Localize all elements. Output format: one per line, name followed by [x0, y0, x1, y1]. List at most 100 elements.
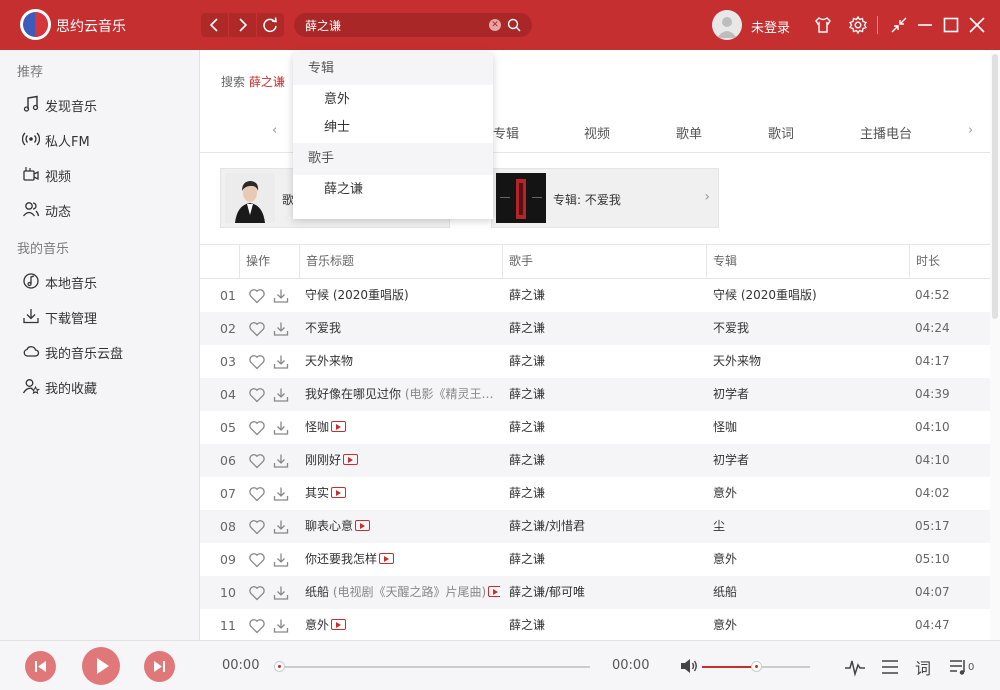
- settings-icon[interactable]: [848, 15, 868, 35]
- song-artist[interactable]: 薛之谦: [509, 543, 699, 576]
- progress-bar[interactable]: [274, 661, 590, 672]
- scrollbar-thumb[interactable]: [992, 54, 998, 319]
- table-row[interactable]: 11 意外 薛之谦 意外 04:47: [200, 609, 990, 640]
- mv-icon[interactable]: [331, 421, 347, 432]
- search-input[interactable]: [305, 18, 485, 33]
- song-album[interactable]: 意外: [713, 609, 903, 640]
- lyrics-button[interactable]: 词: [915, 655, 937, 678]
- table-row[interactable]: 01 守候 (2020重唱版) 薛之谦 守候 (2020重唱版) 04:52: [200, 279, 990, 312]
- sound-effect-icon[interactable]: [844, 656, 866, 678]
- mv-icon[interactable]: [355, 520, 371, 531]
- heart-icon[interactable]: [248, 287, 266, 305]
- back-button[interactable]: [201, 13, 228, 37]
- suggest-album-item[interactable]: 绅士: [293, 114, 493, 142]
- avatar[interactable]: [712, 10, 742, 40]
- song-album[interactable]: 意外: [713, 477, 903, 510]
- song-artist[interactable]: 薛之谦: [509, 279, 699, 312]
- table-row[interactable]: 10 纸船 (电视剧《天醒之路》片尾曲) 薛之谦/郁可唯 纸船 04:07: [200, 576, 990, 609]
- download-icon[interactable]: [272, 386, 290, 404]
- download-icon[interactable]: [272, 617, 290, 635]
- sidebar-item-collection[interactable]: 我的收藏: [22, 373, 192, 399]
- mv-icon[interactable]: [488, 586, 500, 597]
- sidebar-item-friends[interactable]: 动态: [22, 196, 192, 222]
- heart-icon[interactable]: [248, 386, 266, 404]
- search-box[interactable]: ✕: [294, 13, 532, 37]
- volume-icon[interactable]: [679, 656, 699, 676]
- maximize-icon[interactable]: [941, 15, 961, 35]
- minimize-icon[interactable]: [915, 15, 935, 35]
- song-album[interactable]: 怪咖: [713, 411, 903, 444]
- play-button[interactable]: [82, 647, 120, 685]
- tab-album[interactable]: 专辑: [493, 123, 519, 142]
- download-icon[interactable]: [272, 320, 290, 338]
- table-row[interactable]: 02 不爱我 薛之谦 不爱我 04:24: [200, 312, 990, 345]
- download-icon[interactable]: [272, 584, 290, 602]
- scrollbar[interactable]: [990, 50, 1000, 640]
- tabs-scroll-left-icon[interactable]: ‹: [272, 123, 277, 138]
- song-artist[interactable]: 薛之谦/郁可唯: [509, 576, 699, 609]
- download-icon[interactable]: [272, 452, 290, 470]
- download-icon[interactable]: [272, 287, 290, 305]
- login-status[interactable]: 未登录: [751, 17, 790, 36]
- sidebar-item-discover[interactable]: 发现音乐: [22, 91, 192, 117]
- song-album[interactable]: 尘: [713, 510, 903, 543]
- mv-icon[interactable]: [331, 619, 347, 630]
- mini-mode-icon[interactable]: [889, 15, 909, 35]
- heart-icon[interactable]: [248, 419, 266, 437]
- suggest-album-item[interactable]: 意外: [293, 86, 493, 114]
- table-row[interactable]: 05 怪咖 薛之谦 怪咖 04:10: [200, 411, 990, 444]
- heart-icon[interactable]: [248, 353, 266, 371]
- column-album[interactable]: 专辑: [706, 245, 909, 278]
- song-artist[interactable]: 薛之谦/刘惜君: [509, 510, 699, 543]
- song-album[interactable]: 初学者: [713, 444, 903, 477]
- app-logo[interactable]: [20, 9, 51, 40]
- sidebar-item-video[interactable]: 视频: [22, 161, 192, 187]
- clear-search-icon[interactable]: ✕: [489, 19, 501, 31]
- download-icon[interactable]: [272, 551, 290, 569]
- column-artist[interactable]: 歌手: [502, 245, 706, 278]
- table-row[interactable]: 07 其实 薛之谦 意外 04:02: [200, 477, 990, 510]
- play-mode-icon[interactable]: [879, 656, 901, 678]
- search-icon[interactable]: [506, 17, 522, 33]
- sidebar-item-fm[interactable]: 私人FM: [22, 126, 192, 152]
- skin-icon[interactable]: [813, 15, 833, 35]
- download-icon[interactable]: [272, 353, 290, 371]
- download-icon[interactable]: [272, 518, 290, 536]
- heart-icon[interactable]: [248, 518, 266, 536]
- song-artist[interactable]: 薛之谦: [509, 411, 699, 444]
- sidebar-item-cloud[interactable]: 我的音乐云盘: [22, 338, 192, 364]
- tabs-scroll-right-icon[interactable]: ›: [968, 123, 973, 138]
- heart-icon[interactable]: [248, 320, 266, 338]
- song-artist[interactable]: 薛之谦: [509, 477, 699, 510]
- column-title[interactable]: 音乐标题: [299, 245, 502, 278]
- song-artist[interactable]: 薛之谦: [509, 345, 699, 378]
- mv-icon[interactable]: [331, 487, 347, 498]
- heart-icon[interactable]: [248, 551, 266, 569]
- suggest-artist-item[interactable]: 薛之谦: [293, 176, 493, 204]
- heart-icon[interactable]: [248, 584, 266, 602]
- heart-icon[interactable]: [248, 485, 266, 503]
- heart-icon[interactable]: [248, 452, 266, 470]
- playlist-icon[interactable]: [948, 656, 970, 678]
- table-row[interactable]: 08 聊表心意 薛之谦/刘惜君尘 05:17: [200, 510, 990, 543]
- forward-button[interactable]: [229, 13, 256, 37]
- previous-button[interactable]: [25, 651, 56, 682]
- volume-slider[interactable]: [702, 661, 810, 672]
- song-artist[interactable]: 薛之谦: [509, 609, 699, 640]
- song-artist[interactable]: 薛之谦: [509, 378, 699, 411]
- song-album[interactable]: 天外来物: [713, 345, 903, 378]
- song-album[interactable]: 初学者: [713, 378, 903, 411]
- song-album[interactable]: 守候 (2020重唱版): [713, 279, 903, 312]
- refresh-button[interactable]: [257, 13, 284, 37]
- song-artist[interactable]: 薛之谦: [509, 444, 699, 477]
- table-row[interactable]: 09 你还要我怎样 薛之谦 意外 05:10: [200, 543, 990, 576]
- table-row[interactable]: 06 刚刚好 薛之谦 初学者 04:10: [200, 444, 990, 477]
- column-duration[interactable]: 时长: [909, 245, 990, 278]
- table-row[interactable]: 04 我好像在哪见过你 (电影《精灵王… 薛之谦 初学者 04:39: [200, 378, 990, 411]
- album-card[interactable]: 专辑: 不爱我 ›: [491, 168, 719, 228]
- heart-icon[interactable]: [248, 617, 266, 635]
- close-icon[interactable]: [967, 15, 987, 35]
- tab-lyrics[interactable]: 歌词: [768, 123, 794, 142]
- download-icon[interactable]: [272, 419, 290, 437]
- sidebar-item-local-music[interactable]: 本地音乐: [22, 268, 192, 294]
